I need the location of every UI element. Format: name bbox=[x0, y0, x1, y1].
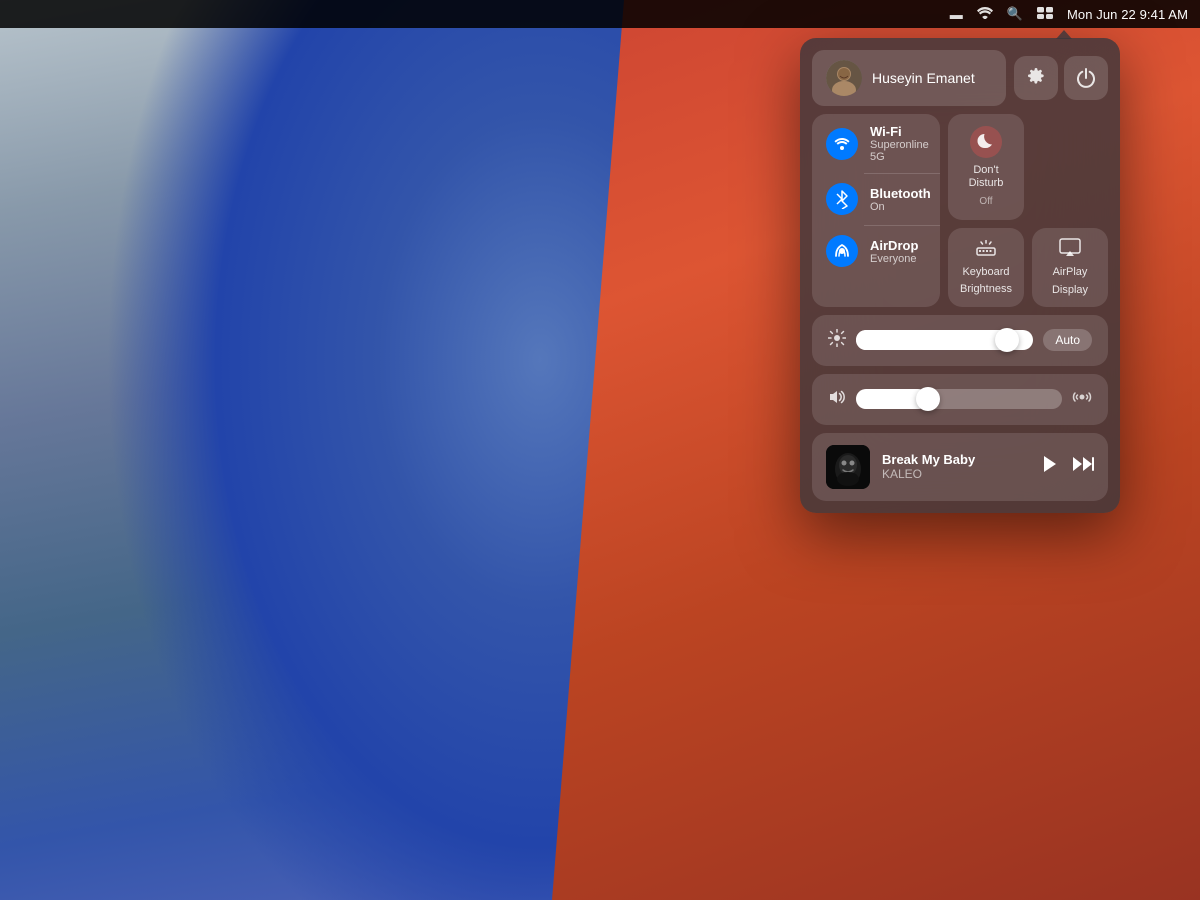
wifi-title: Wi-Fi bbox=[870, 124, 929, 139]
user-card[interactable]: Huseyin Emanet bbox=[812, 50, 1006, 106]
keyboard-brightness-label-2: Brightness bbox=[960, 283, 1012, 296]
dont-disturb-subtitle: Off bbox=[979, 196, 992, 208]
airdrop-icon bbox=[826, 235, 858, 267]
brightness-slider[interactable] bbox=[856, 330, 1033, 350]
bluetooth-title: Bluetooth bbox=[870, 186, 931, 201]
airplay-audio-button[interactable] bbox=[1072, 388, 1092, 411]
connectivity-grid: Wi-Fi Superonline 5G Bluetooth On bbox=[812, 114, 1108, 307]
user-row: Huseyin Emanet bbox=[812, 50, 1108, 106]
airdrop-item[interactable]: AirDrop Everyone bbox=[812, 225, 940, 277]
airplay-display-label-2: Display bbox=[1052, 284, 1088, 297]
user-name: Huseyin Emanet bbox=[872, 70, 975, 86]
album-art-image bbox=[826, 445, 870, 489]
control-center-menubar-icon[interactable] bbox=[1037, 7, 1053, 22]
airdrop-subtitle: Everyone bbox=[870, 253, 918, 265]
brightness-slider-card: Auto bbox=[812, 315, 1108, 366]
bluetooth-label: Bluetooth On bbox=[870, 186, 931, 213]
keyboard-brightness-label-1: Keyboard bbox=[962, 266, 1009, 279]
wifi-icon bbox=[826, 128, 858, 160]
wifi-label: Wi-Fi Superonline 5G bbox=[870, 124, 929, 163]
keyboard-brightness-icon bbox=[975, 239, 997, 262]
system-preferences-button[interactable] bbox=[1014, 56, 1058, 100]
battery-icon: ▬ bbox=[950, 7, 963, 22]
connectivity-right: Don't Disturb Off bbox=[948, 114, 1108, 307]
control-center: Huseyin Emanet bbox=[800, 38, 1120, 513]
fast-forward-button[interactable] bbox=[1072, 456, 1094, 477]
airplay-display-label-1: AirPlay bbox=[1053, 266, 1088, 279]
now-playing-card: Break My Baby KALEO bbox=[812, 433, 1108, 501]
track-artist: KALEO bbox=[882, 467, 1030, 481]
menubar-right: ▬ 🔍 Mon Jun 22 9:41 AM bbox=[950, 6, 1188, 22]
bluetooth-icon bbox=[826, 183, 858, 215]
bottom-tiles: Keyboard Brightness AirPlay Display bbox=[948, 228, 1108, 306]
airdrop-label: AirDrop Everyone bbox=[870, 238, 918, 265]
search-menubar-icon[interactable]: 🔍 bbox=[1007, 6, 1023, 22]
moon-icon bbox=[970, 126, 1002, 158]
connectivity-left: Wi-Fi Superonline 5G Bluetooth On bbox=[812, 114, 940, 307]
dont-disturb-title: Don't Disturb bbox=[956, 164, 1016, 190]
airplay-display-tile[interactable]: AirPlay Display bbox=[1032, 228, 1108, 306]
wifi-subtitle: Superonline 5G bbox=[870, 139, 929, 163]
wifi-menubar-icon bbox=[977, 7, 993, 22]
brightness-icon bbox=[828, 329, 846, 352]
menubar-datetime: Mon Jun 22 9:41 AM bbox=[1067, 7, 1188, 22]
playback-controls bbox=[1042, 455, 1094, 478]
menubar: ▬ 🔍 Mon Jun 22 9:41 AM bbox=[0, 0, 1200, 28]
track-title: Break My Baby bbox=[882, 452, 1030, 467]
airdrop-title: AirDrop bbox=[870, 238, 918, 253]
volume-slider-card bbox=[812, 374, 1108, 425]
bluetooth-item[interactable]: Bluetooth On bbox=[812, 173, 940, 225]
play-button[interactable] bbox=[1042, 455, 1058, 478]
wifi-item[interactable]: Wi-Fi Superonline 5G bbox=[812, 114, 940, 173]
bluetooth-subtitle: On bbox=[870, 201, 931, 213]
album-art bbox=[826, 445, 870, 489]
power-button[interactable] bbox=[1064, 56, 1108, 100]
avatar bbox=[826, 60, 862, 96]
keyboard-brightness-tile[interactable]: Keyboard Brightness bbox=[948, 228, 1024, 306]
volume-slider[interactable] bbox=[856, 389, 1062, 409]
airplay-display-icon bbox=[1059, 238, 1081, 262]
control-center-triangle bbox=[1056, 30, 1072, 39]
volume-icon bbox=[828, 389, 846, 410]
auto-button[interactable]: Auto bbox=[1043, 329, 1092, 351]
dont-disturb-tile[interactable]: Don't Disturb Off bbox=[948, 114, 1024, 220]
user-row-icons bbox=[1014, 56, 1108, 100]
track-info: Break My Baby KALEO bbox=[882, 452, 1030, 481]
